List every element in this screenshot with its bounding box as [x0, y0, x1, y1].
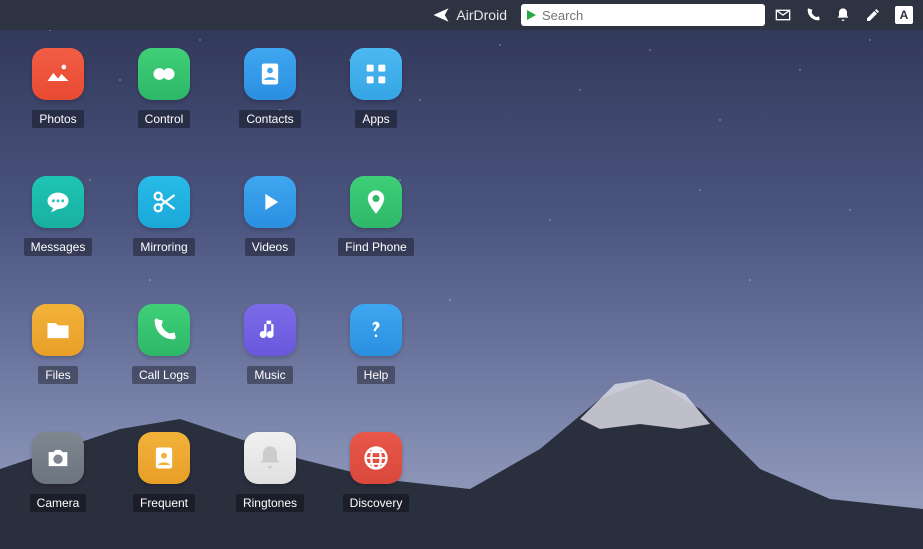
phone-icon	[138, 304, 190, 356]
app-label: Files	[38, 366, 77, 384]
app-frequent[interactable]: Frequent	[118, 432, 210, 512]
app-label: Help	[357, 366, 396, 384]
grid-icon	[350, 48, 402, 100]
starcontact-icon	[138, 432, 190, 484]
pin-icon	[350, 176, 402, 228]
brand: AirDroid	[432, 6, 507, 24]
app-help[interactable]: Help	[330, 304, 422, 384]
app-mirroring[interactable]: Mirroring	[118, 176, 210, 256]
header-bar: AirDroid A	[0, 0, 923, 30]
folder-icon	[32, 304, 84, 356]
app-apps[interactable]: Apps	[330, 48, 422, 128]
app-camera[interactable]: Camera	[12, 432, 104, 512]
app-label: Mirroring	[133, 238, 194, 256]
play-store-icon	[527, 10, 536, 20]
app-label: Control	[138, 110, 191, 128]
app-findphone[interactable]: Find Phone	[330, 176, 422, 256]
app-label: Ringtones	[236, 494, 304, 512]
play-icon	[244, 176, 296, 228]
app-calllogs[interactable]: Call Logs	[118, 304, 210, 384]
desktop-grid: Photos Control Contacts Apps Messages Mirrori…	[12, 48, 422, 512]
question-icon	[350, 304, 402, 356]
search-box[interactable]	[521, 4, 765, 26]
bell-icon[interactable]	[835, 7, 851, 23]
app-label: Contacts	[239, 110, 300, 128]
binoculars-icon	[138, 48, 190, 100]
app-label: Find Phone	[338, 238, 413, 256]
music-icon	[244, 304, 296, 356]
app-label: Discovery	[343, 494, 410, 512]
camera-icon	[32, 432, 84, 484]
brand-label: AirDroid	[456, 7, 507, 23]
scissors-icon	[138, 176, 190, 228]
app-label: Photos	[32, 110, 83, 128]
app-discovery[interactable]: Discovery	[330, 432, 422, 512]
user-avatar[interactable]: A	[895, 6, 913, 24]
app-label: Music	[247, 366, 292, 384]
globe-icon	[350, 432, 402, 484]
phone-icon[interactable]	[805, 7, 821, 23]
edit-icon[interactable]	[865, 7, 881, 23]
paper-plane-icon	[432, 6, 450, 24]
app-label: Call Logs	[132, 366, 196, 384]
app-label: Messages	[24, 238, 93, 256]
app-messages[interactable]: Messages	[12, 176, 104, 256]
app-label: Videos	[245, 238, 295, 256]
contact-icon	[244, 48, 296, 100]
app-photos[interactable]: Photos	[12, 48, 104, 128]
app-contacts[interactable]: Contacts	[224, 48, 316, 128]
app-label: Frequent	[133, 494, 195, 512]
mail-icon[interactable]	[775, 7, 791, 23]
bell-icon	[244, 432, 296, 484]
message-icon	[32, 176, 84, 228]
app-label: Camera	[30, 494, 87, 512]
app-music[interactable]: Music	[224, 304, 316, 384]
app-files[interactable]: Files	[12, 304, 104, 384]
header-icons: A	[775, 6, 913, 24]
photo-icon	[32, 48, 84, 100]
app-control[interactable]: Control	[118, 48, 210, 128]
app-ringtones[interactable]: Ringtones	[224, 432, 316, 512]
search-input[interactable]	[542, 8, 759, 23]
app-label: Apps	[355, 110, 396, 128]
app-videos[interactable]: Videos	[224, 176, 316, 256]
